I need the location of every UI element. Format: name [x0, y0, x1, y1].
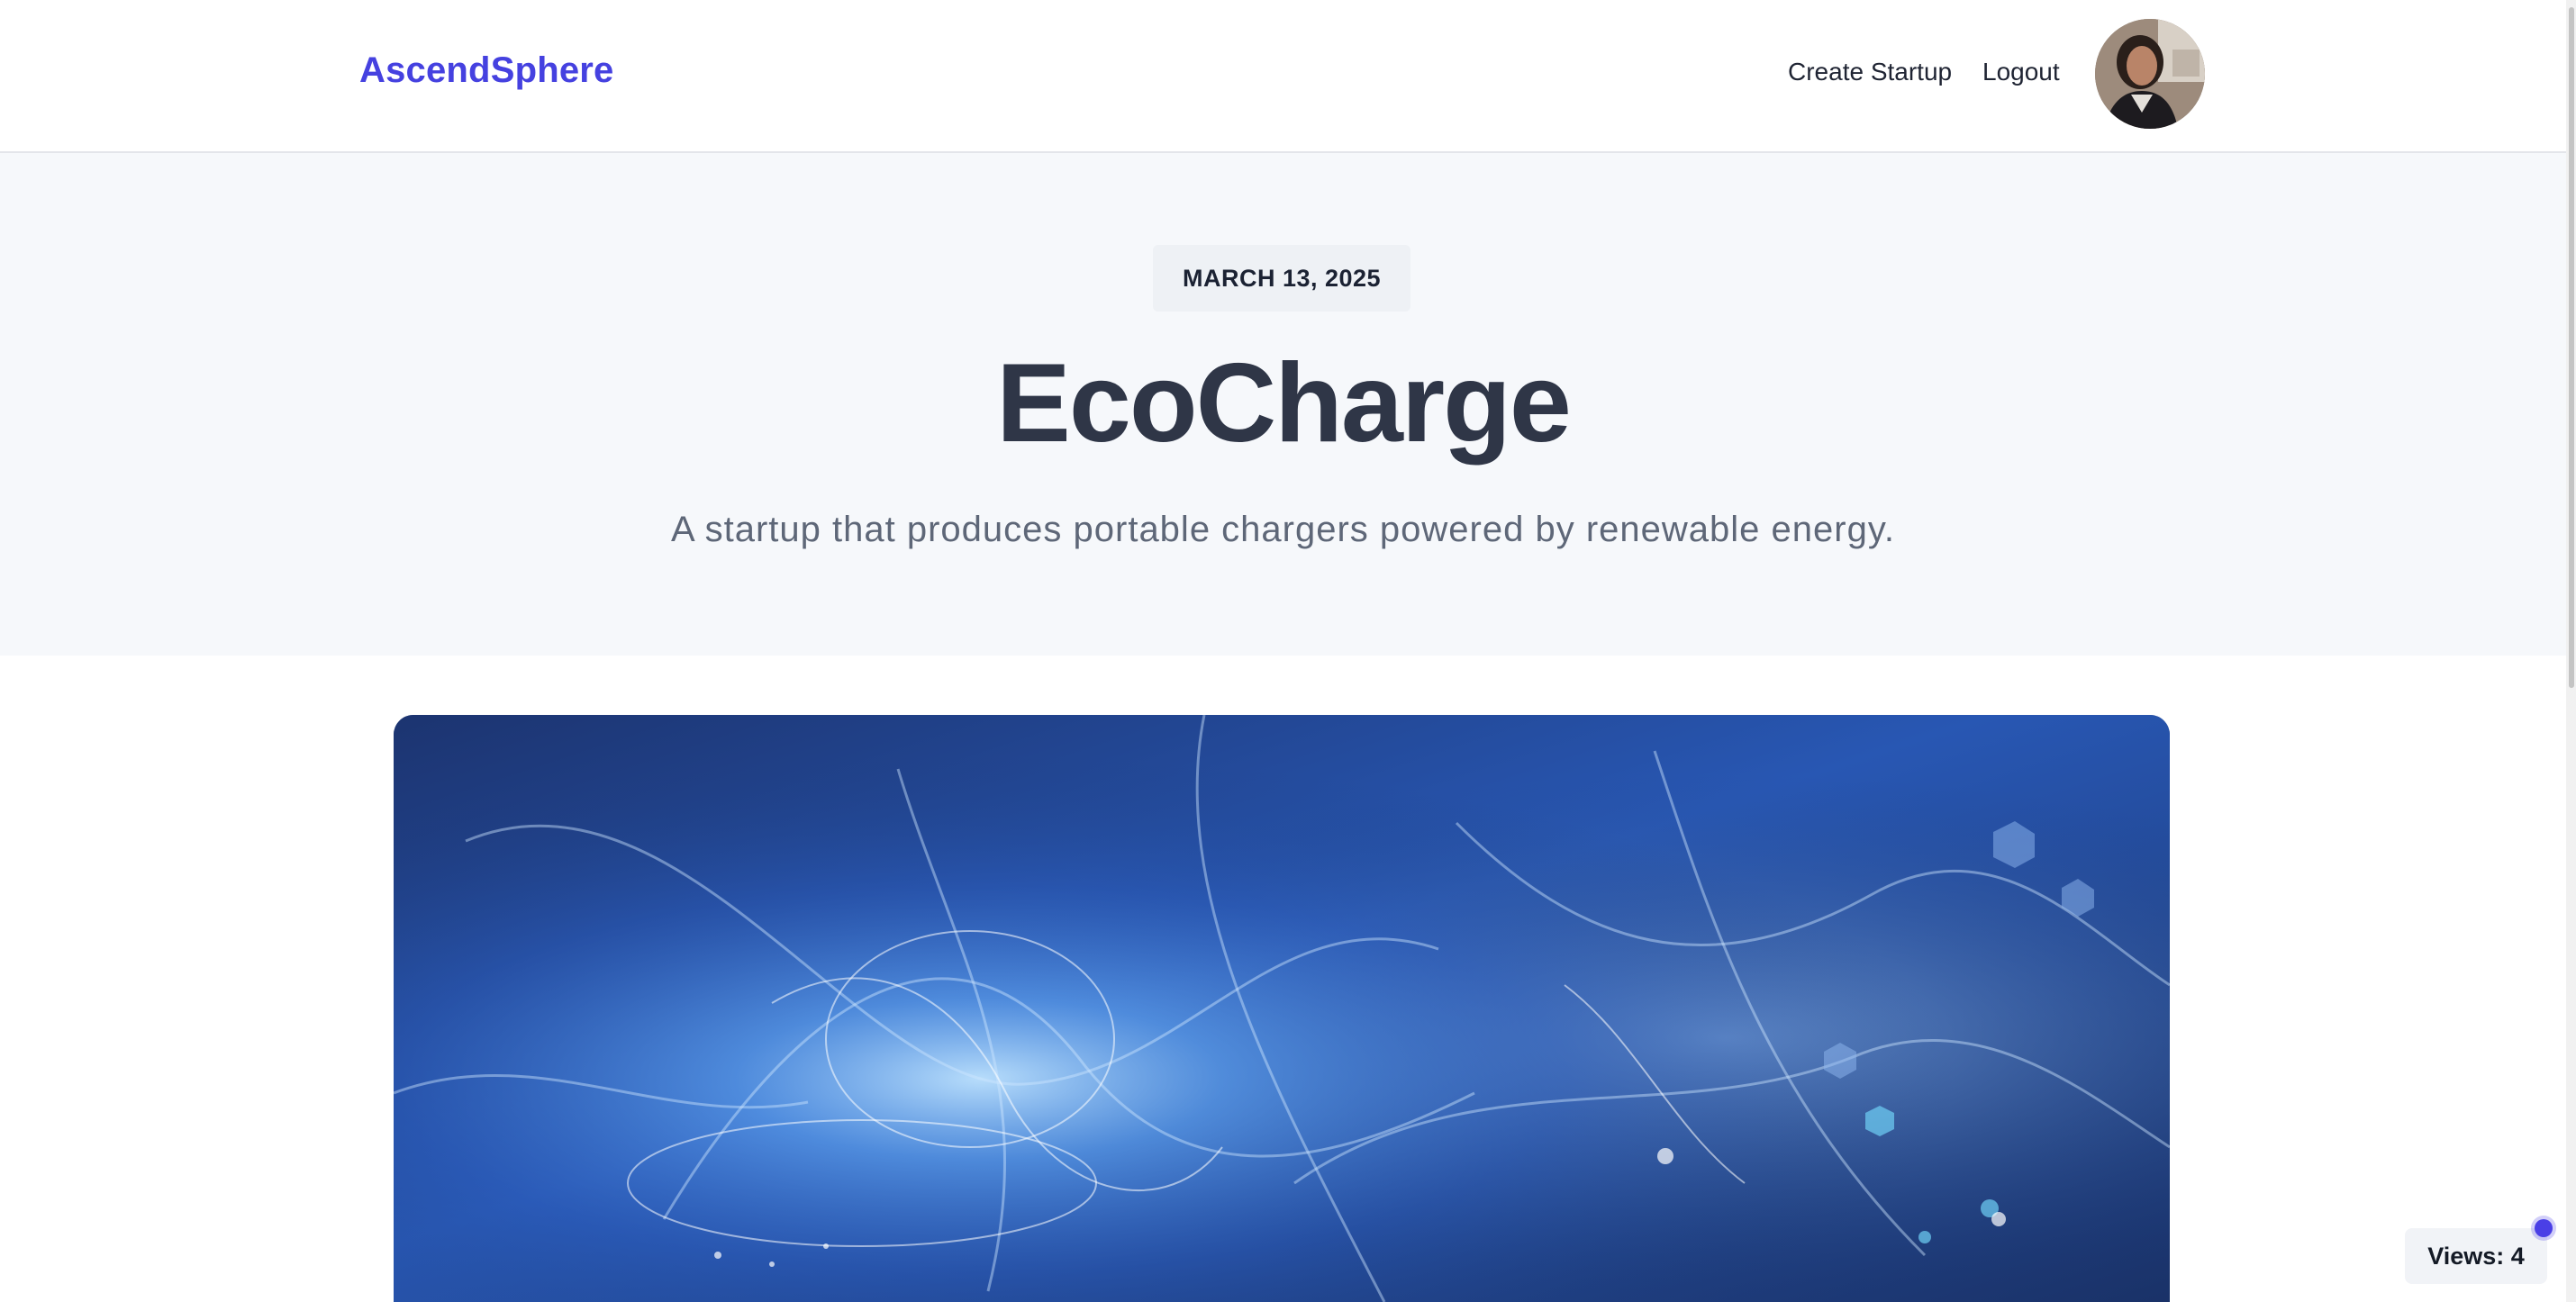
avatar-photo-icon: [2095, 19, 2205, 129]
logout-button[interactable]: Logout: [1982, 58, 2060, 86]
abstract-energy-image: [394, 715, 2170, 1302]
startup-image: [394, 715, 2170, 1302]
hero-section: MARCH 13, 2025 EcoCharge A startup that …: [0, 153, 2566, 656]
startup-subtitle: A startup that produces portable charger…: [671, 510, 1895, 549]
views-counter: Views: 4: [2405, 1228, 2547, 1284]
user-avatar[interactable]: [2095, 19, 2205, 129]
navbar: AscendSphere Create Startup Logout: [0, 0, 2566, 153]
startup-detail-page: AscendSphere Create Startup Logout MARCH…: [0, 0, 2576, 1302]
live-indicator-icon: [2535, 1219, 2553, 1237]
startup-title: EcoCharge: [996, 341, 1572, 466]
brand-logo[interactable]: AscendSphere: [359, 50, 614, 91]
scrollbar-thumb[interactable]: [2569, 7, 2574, 688]
date-badge: MARCH 13, 2025: [1153, 245, 1410, 312]
create-startup-link[interactable]: Create Startup: [1788, 58, 1952, 86]
